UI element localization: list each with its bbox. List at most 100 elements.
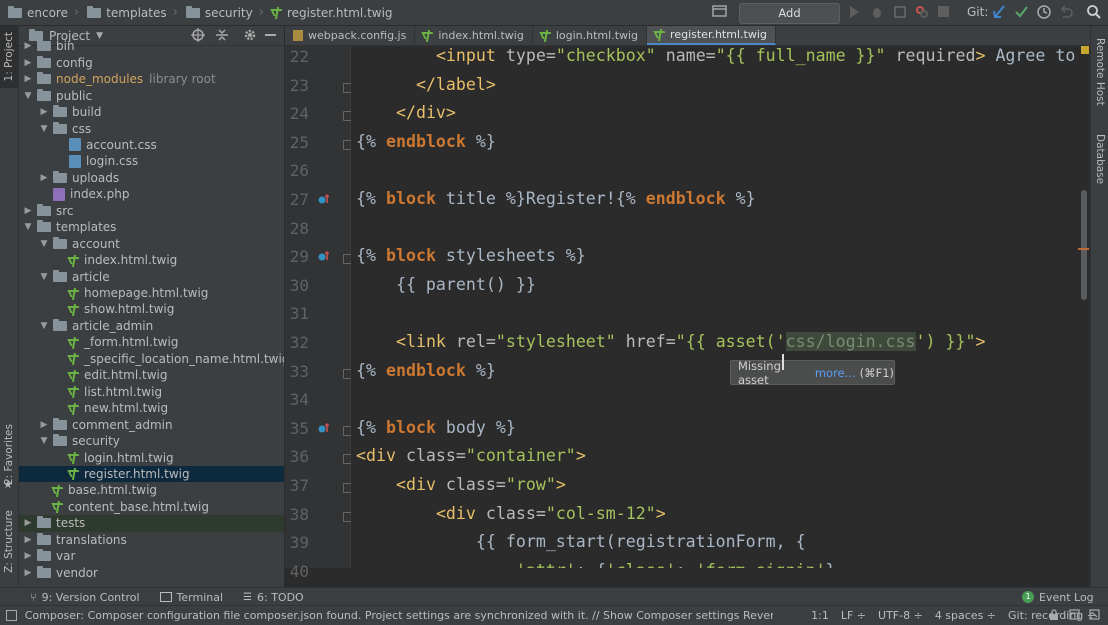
breadcrumb-item-file[interactable]: register.html.twig: [264, 0, 393, 25]
attach-icon[interactable]: [915, 5, 929, 22]
breadcrumb-item-templates[interactable]: templates ›: [79, 0, 178, 25]
git-commit-icon[interactable]: [1014, 4, 1028, 23]
expand-arrow-icon[interactable]: ▼: [39, 272, 49, 282]
error-stripe-marker[interactable]: [1078, 248, 1089, 250]
collapse-arrow-icon[interactable]: ▶: [23, 568, 33, 578]
window-layout-icon[interactable]: [712, 4, 730, 21]
stop-icon[interactable]: [938, 6, 949, 17]
tree-item[interactable]: base.html.twig: [19, 482, 284, 499]
code-editor[interactable]: <input type="checkbox" name="{{ full_nam…: [351, 46, 1089, 568]
tooltip-more-link[interactable]: more...: [815, 366, 856, 380]
encoding-selector[interactable]: UTF-8 ÷: [878, 609, 923, 622]
toggle-tool-windows-icon[interactable]: [6, 610, 17, 621]
favorites-tool-button[interactable]: 2: Favorites ★: [0, 424, 18, 494]
expand-arrow-icon[interactable]: ▼: [39, 124, 49, 134]
expand-arrow-icon[interactable]: ▼: [23, 91, 33, 101]
search-icon[interactable]: [1086, 4, 1102, 23]
tree-item[interactable]: register.html.twig: [19, 465, 284, 483]
structure-tool-button[interactable]: Z: Structure: [0, 510, 18, 580]
expand-arrow-icon[interactable]: ▼: [39, 239, 49, 249]
remote-host-tool-button[interactable]: Remote Host: [1091, 30, 1108, 110]
tree-item[interactable]: ▶ tests: [19, 515, 284, 532]
collapse-arrow-icon[interactable]: ▶: [23, 74, 33, 84]
terminal-tool-button[interactable]: Terminal: [159, 591, 223, 604]
editor-scrollbar[interactable]: [1081, 190, 1087, 300]
tree-item[interactable]: login.css: [19, 153, 284, 170]
tab-index-html-twig[interactable]: index.html.twig: [415, 26, 533, 45]
tree-item[interactable]: show.html.twig: [19, 301, 284, 318]
todo-tool-button[interactable]: ☰ 6: TODO: [243, 591, 304, 604]
line-separator-selector[interactable]: LF ÷: [841, 609, 866, 622]
code-token: 'attr': [516, 561, 576, 568]
tree-item[interactable]: index.html.twig: [19, 252, 284, 269]
tree-item[interactable]: ▶ config: [19, 54, 284, 71]
tree-item[interactable]: new.html.twig: [19, 400, 284, 417]
tab-webpack-config-js[interactable]: webpack.config.js: [285, 26, 416, 45]
memory-indicator-icon[interactable]: [1089, 609, 1100, 623]
caret-position[interactable]: 1:1: [811, 609, 829, 622]
lock-icon[interactable]: [1049, 609, 1059, 623]
git-update-icon[interactable]: [992, 4, 1006, 23]
inspection-warning-icon[interactable]: [1081, 46, 1089, 54]
tree-item[interactable]: ▼ css: [19, 120, 284, 137]
override-marker-icon[interactable]: [317, 422, 330, 433]
add-configuration-button[interactable]: Add Configuration...: [739, 3, 840, 39]
tree-item[interactable]: ▶ uploads: [19, 170, 284, 187]
tree-item[interactable]: login.html.twig: [19, 449, 284, 466]
tree-item[interactable]: ▼ account: [19, 235, 284, 252]
debug-icon[interactable]: [870, 5, 884, 22]
collapse-arrow-icon[interactable]: ▶: [23, 206, 33, 216]
tree-item[interactable]: ▶ node_modules library root: [19, 71, 284, 88]
tree-item[interactable]: ▶ translations: [19, 532, 284, 549]
indent-selector[interactable]: 4 spaces ÷: [935, 609, 996, 622]
tree-item[interactable]: ▶ bin: [19, 38, 284, 55]
collapse-arrow-icon[interactable]: ▶: [23, 535, 33, 545]
history-icon[interactable]: [1036, 4, 1052, 23]
rollback-icon[interactable]: [1059, 4, 1073, 23]
tree-item[interactable]: ▶ comment_admin: [19, 416, 284, 433]
tab-login-html-twig[interactable]: login.html.twig: [533, 26, 648, 45]
hide-panel-icon[interactable]: [265, 34, 276, 36]
expand-arrow-icon[interactable]: ▼: [39, 321, 49, 331]
tree-item[interactable]: list.html.twig: [19, 383, 284, 400]
collapse-arrow-icon[interactable]: ▶: [23, 518, 33, 528]
tree-item[interactable]: edit.html.twig: [19, 367, 284, 384]
breadcrumb-item-security[interactable]: security ›: [178, 0, 264, 25]
tree-item[interactable]: ▶ src: [19, 203, 284, 220]
database-tool-button[interactable]: Database: [1091, 124, 1108, 186]
run-icon[interactable]: [848, 5, 860, 22]
collapse-arrow-icon[interactable]: ▶: [39, 420, 49, 430]
expand-arrow-icon[interactable]: ▼: [23, 222, 33, 232]
collapse-arrow-icon[interactable]: ▶: [23, 551, 33, 561]
event-log-tool-button[interactable]: 1 Event Log: [1022, 591, 1094, 604]
inspector-icon[interactable]: [1069, 609, 1080, 623]
tree-item[interactable]: ▶ vendor: [19, 564, 284, 581]
tree-item[interactable]: ▼ article: [19, 268, 284, 285]
tree-item[interactable]: ▶ var: [19, 548, 284, 565]
tree-item[interactable]: _form.html.twig: [19, 334, 284, 351]
code-token: ') }}": [915, 332, 976, 351]
override-marker-icon[interactable]: [317, 194, 330, 204]
tree-item[interactable]: ▼ security: [19, 433, 284, 450]
collapse-arrow-icon[interactable]: ▶: [39, 107, 49, 117]
tree-item[interactable]: content_base.html.twig: [19, 499, 284, 516]
collapse-arrow-icon[interactable]: ▶: [23, 58, 33, 68]
coverage-icon[interactable]: [893, 5, 907, 22]
tree-item[interactable]: account.css: [19, 137, 284, 154]
collapse-arrow-icon[interactable]: ▶: [23, 41, 33, 51]
tree-item[interactable]: ▶ build: [19, 104, 284, 121]
breadcrumb-item-encore[interactable]: encore ›: [0, 0, 79, 25]
tree-item[interactable]: index.php: [19, 186, 284, 203]
status-message[interactable]: Composer: Composer configuration file co…: [25, 609, 773, 622]
tree-item[interactable]: _specific_location_name.html.twig: [19, 351, 284, 368]
tree-item[interactable]: homepage.html.twig: [19, 285, 284, 302]
project-tool-button[interactable]: 1: Project: [0, 26, 18, 88]
tree-item[interactable]: ▼ templates: [19, 219, 284, 236]
version-control-tool-button[interactable]: ⑂ 9: Version Control: [30, 591, 140, 604]
tab-register-html-twig[interactable]: register.html.twig: [647, 26, 776, 45]
override-marker-icon[interactable]: [317, 251, 330, 261]
collapse-arrow-icon[interactable]: ▶: [39, 173, 49, 183]
tree-item[interactable]: ▼ article_admin: [19, 318, 284, 335]
expand-arrow-icon[interactable]: ▼: [39, 436, 49, 446]
tree-item[interactable]: ▼ public: [19, 87, 284, 104]
